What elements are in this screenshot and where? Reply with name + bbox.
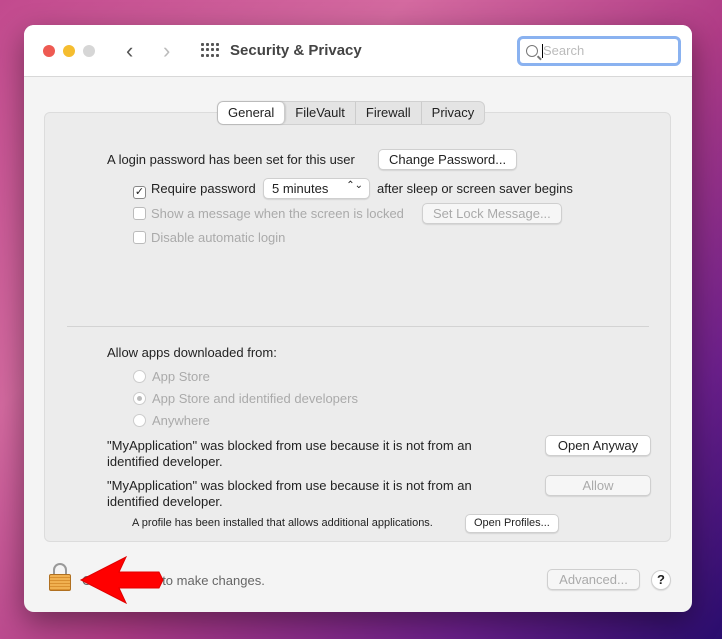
zoom-button[interactable] (83, 45, 95, 57)
show-message-checkbox[interactable] (133, 207, 146, 220)
radio-anywhere[interactable]: Anywhere (133, 413, 210, 428)
require-password-row: ✓ Require password (133, 181, 256, 199)
general-panel: A login password has been set for this u… (44, 112, 671, 542)
show-message-row: Show a message when the screen is locked (133, 206, 404, 221)
radio-label: App Store (152, 369, 210, 384)
forward-chevron-icon[interactable]: › (163, 38, 170, 64)
back-chevron-icon[interactable]: ‹ (126, 38, 133, 64)
radio-button[interactable] (133, 414, 146, 427)
open-profiles-button[interactable]: Open Profiles... (465, 514, 559, 533)
tab-general[interactable]: General (218, 102, 286, 124)
radio-button[interactable] (133, 392, 146, 405)
tab-firewall[interactable]: Firewall (356, 102, 422, 124)
radio-button[interactable] (133, 370, 146, 383)
help-button[interactable]: ? (651, 570, 671, 590)
allow-apps-label: Allow apps downloaded from: (107, 345, 277, 360)
change-password-button[interactable]: Change Password... (378, 149, 518, 170)
blocked-line: identified developer. (107, 494, 223, 509)
blocked-line: "MyApplication" was blocked from use bec… (107, 478, 472, 493)
require-password-suffix: after sleep or screen saver begins (377, 181, 573, 196)
radio-label: Anywhere (152, 413, 210, 428)
profile-text: A profile has been installed that allows… (132, 517, 433, 529)
window-title: Security & Privacy (230, 42, 362, 59)
preferences-window: ‹ › Security & Privacy Search General Fi… (24, 25, 692, 612)
title-bar: ‹ › Security & Privacy Search (24, 25, 692, 77)
require-password-select[interactable]: 5 minutes ⌃⌄ (263, 178, 370, 199)
radio-label: App Store and identified developers (152, 391, 358, 406)
updown-chevron-icon: ⌃⌄ (346, 180, 363, 191)
disable-login-checkbox[interactable] (133, 231, 146, 244)
blocked-line: identified developer. (107, 454, 223, 469)
minimize-button[interactable] (63, 45, 75, 57)
blocked-message-2: "MyApplication" was blocked from use bec… (107, 478, 472, 510)
search-placeholder: Search (543, 43, 585, 58)
login-password-text: A login password has been set for this u… (107, 152, 355, 167)
require-password-value: 5 minutes (272, 181, 329, 196)
lock-icon[interactable] (48, 563, 74, 593)
radio-identified-developers[interactable]: App Store and identified developers (133, 391, 358, 406)
require-password-label: Require password (151, 181, 256, 196)
blocked-line: "MyApplication" was blocked from use bec… (107, 438, 472, 453)
blocked-message-1: "MyApplication" was blocked from use bec… (107, 438, 472, 470)
red-arrow-annotation-icon (79, 555, 164, 605)
tab-privacy[interactable]: Privacy (422, 102, 485, 124)
show-message-label: Show a message when the screen is locked (151, 206, 404, 221)
divider (67, 326, 649, 327)
set-lock-message-button[interactable]: Set Lock Message... (422, 203, 562, 224)
require-password-checkbox[interactable]: ✓ (133, 186, 146, 199)
allow-button[interactable]: Allow (545, 475, 651, 496)
disable-login-row: Disable automatic login (133, 230, 285, 245)
search-input[interactable]: Search (517, 36, 681, 66)
tab-bar: General FileVault Firewall Privacy (217, 101, 486, 125)
close-button[interactable] (43, 45, 55, 57)
disable-login-label: Disable automatic login (151, 230, 286, 245)
radio-app-store[interactable]: App Store (133, 369, 210, 384)
open-anyway-button[interactable]: Open Anyway (545, 435, 651, 456)
show-all-grid-icon[interactable] (201, 43, 219, 57)
search-icon (526, 45, 538, 57)
tab-filevault[interactable]: FileVault (285, 102, 356, 124)
advanced-button[interactable]: Advanced... (547, 569, 640, 590)
